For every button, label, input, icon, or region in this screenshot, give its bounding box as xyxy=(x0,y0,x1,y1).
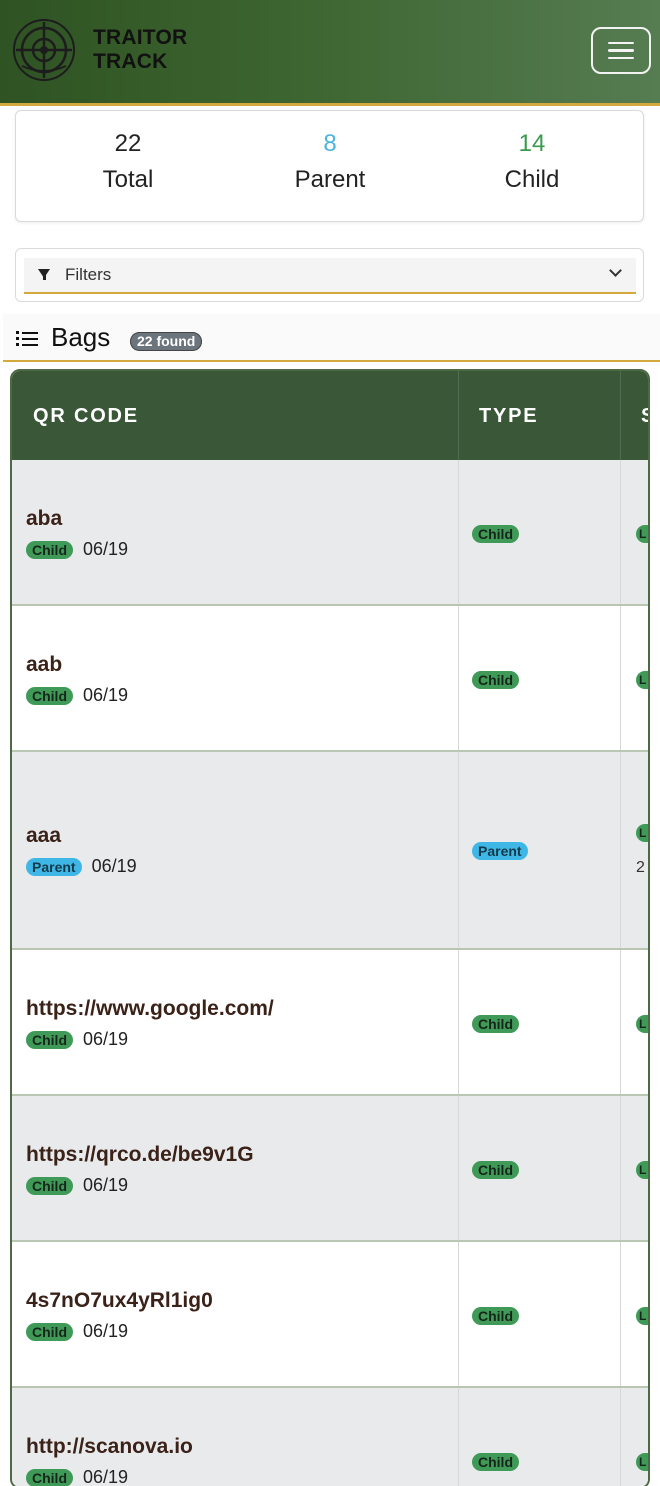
status-badge: L xyxy=(636,1307,648,1325)
type-badge: Parent xyxy=(26,857,82,876)
type-badge: Child xyxy=(26,1468,73,1486)
type-badge: Child xyxy=(472,671,519,689)
brand[interactable]: TRAITOR TRACK xyxy=(12,18,187,82)
type-badge: Child xyxy=(26,1030,73,1049)
type-badge: Child xyxy=(472,1015,519,1033)
date-text: 06/19 xyxy=(83,1175,129,1195)
column-header-status[interactable]: S xyxy=(641,405,648,428)
status-badge: L xyxy=(636,671,648,689)
date-text: 06/19 xyxy=(83,539,129,559)
type-badge: Child xyxy=(472,525,519,543)
found-count-badge: 22 found xyxy=(130,332,203,351)
qr-code-value[interactable]: aab xyxy=(26,653,62,677)
top-navbar: TRAITOR TRACK xyxy=(0,0,660,106)
funnel-icon xyxy=(38,269,50,280)
type-badge: Child xyxy=(472,1307,519,1325)
type-badge: Child xyxy=(26,686,73,705)
type-badge: Child xyxy=(26,1176,73,1195)
stat-child: 14 Child xyxy=(504,130,560,193)
qr-code-value[interactable]: https://qrco.de/be9v1G xyxy=(26,1143,254,1167)
status-badge: L xyxy=(636,824,648,842)
hamburger-icon xyxy=(608,41,634,45)
date-text: 06/19 xyxy=(83,1467,129,1486)
table-row[interactable]: 4s7nO7ux4yRl1ig0 Child 06/19 Child L xyxy=(12,1242,648,1388)
qr-code-value[interactable]: https://www.google.com/ xyxy=(26,997,274,1021)
date-text: 06/19 xyxy=(83,1029,129,1049)
type-badge: Child xyxy=(472,1161,519,1179)
brand-name: TRAITOR TRACK xyxy=(93,26,188,73)
qr-code-value[interactable]: aaa xyxy=(26,824,61,848)
filters-label: Filters xyxy=(65,265,112,284)
status-extra-text: 2 xyxy=(636,859,645,876)
table-row[interactable]: aba Child 06/19 Child L xyxy=(12,460,648,606)
type-badge: Child xyxy=(26,540,73,559)
status-badge: L xyxy=(636,525,648,543)
bags-section-header: Bags 22 found xyxy=(3,314,660,362)
table-row[interactable]: http://scanova.io Child 06/19 Child L xyxy=(12,1388,648,1486)
list-icon xyxy=(16,331,38,347)
crosshair-logo-icon xyxy=(13,19,75,81)
table-row[interactable]: https://www.google.com/ Child 06/19 Chil… xyxy=(12,950,648,1096)
type-badge: Child xyxy=(26,1322,73,1341)
qr-code-value[interactable]: http://scanova.io xyxy=(26,1435,193,1459)
date-text: 06/19 xyxy=(91,856,137,876)
menu-toggle-button[interactable] xyxy=(591,27,651,74)
column-header-qr-code[interactable]: QR CODE xyxy=(33,405,139,428)
table-header: QR CODE TYPE S xyxy=(12,371,648,460)
status-badge: L xyxy=(636,1015,648,1033)
type-badge: Child xyxy=(472,1453,519,1471)
table-row[interactable]: aaa Parent 06/19 Parent L 2 xyxy=(12,752,648,950)
bags-table: QR CODE TYPE S aba Child 06/19 Child L a… xyxy=(10,369,650,1486)
table-row[interactable]: https://qrco.de/be9v1G Child 06/19 Child… xyxy=(12,1096,648,1242)
date-text: 06/19 xyxy=(83,685,129,705)
filters-panel: Filters xyxy=(15,248,644,302)
stat-total: 22 Total xyxy=(102,130,154,193)
stats-card: 22 Total 8 Parent 14 Child xyxy=(15,110,644,222)
date-text: 06/19 xyxy=(83,1321,129,1341)
qr-code-value[interactable]: aba xyxy=(26,507,62,531)
column-header-type[interactable]: TYPE xyxy=(479,405,538,428)
qr-code-value[interactable]: 4s7nO7ux4yRl1ig0 xyxy=(26,1289,213,1313)
chevron-down-icon xyxy=(609,264,622,277)
status-badge: L xyxy=(636,1161,648,1179)
stat-parent: 8 Parent xyxy=(294,130,366,193)
filters-toggle[interactable]: Filters xyxy=(24,258,636,294)
table-row[interactable]: aab Child 06/19 Child L xyxy=(12,606,648,752)
bags-title: Bags xyxy=(51,322,111,352)
type-badge: Parent xyxy=(472,842,528,860)
status-badge: L xyxy=(636,1453,648,1471)
